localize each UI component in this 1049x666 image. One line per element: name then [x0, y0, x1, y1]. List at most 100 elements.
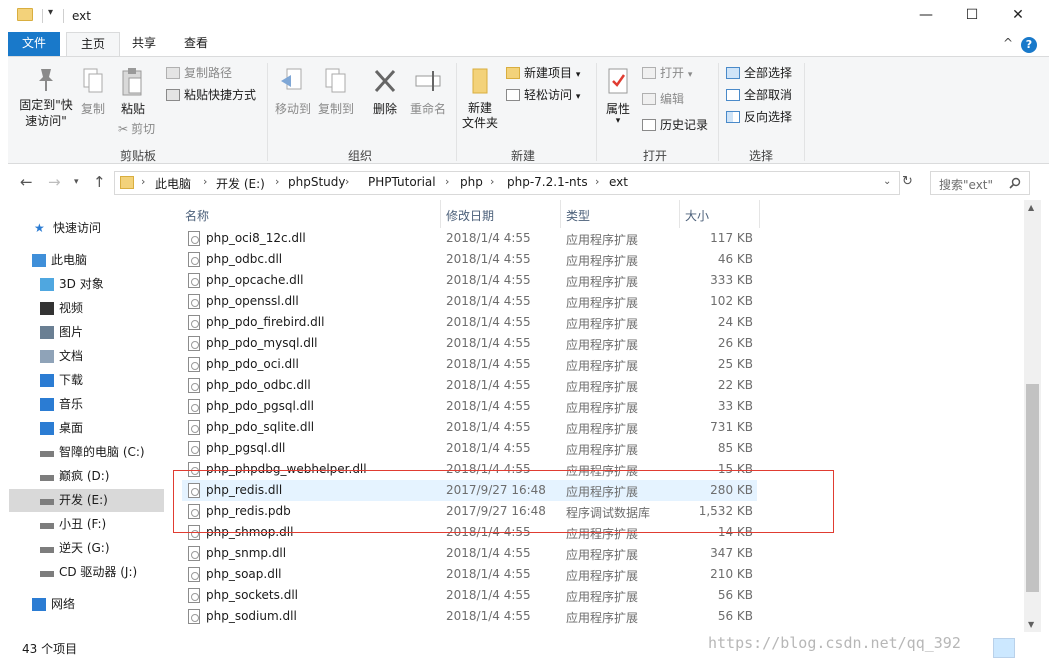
select-none-button[interactable]: 全部取消: [726, 87, 792, 103]
delete-button[interactable]: 删除: [370, 67, 400, 117]
column-header-size[interactable]: 大小: [685, 207, 709, 224]
copy-path-button[interactable]: 复制路径: [166, 65, 232, 81]
nav-item[interactable]: 图片: [9, 321, 164, 344]
copy-button[interactable]: 复制: [78, 67, 108, 117]
breadcrumb-item[interactable]: ext: [609, 175, 628, 189]
history-button[interactable]: 历史记录: [642, 117, 708, 133]
file-row[interactable]: php_opcache.dll 2018/1/4 4:55 应用程序扩展 333 KB: [182, 270, 757, 291]
new-folder-button[interactable]: 新建 文件夹: [460, 67, 500, 131]
vertical-scrollbar[interactable]: ▲ ▼: [1024, 200, 1041, 632]
copy-to-button[interactable]: 复制到: [317, 67, 355, 117]
file-row[interactable]: php_pdo_firebird.dll 2018/1/4 4:55 应用程序扩展 2…: [182, 312, 757, 333]
close-button[interactable]: ✕: [995, 0, 1041, 30]
edit-button[interactable]: 编辑: [642, 91, 684, 107]
tab-file[interactable]: 文件: [8, 32, 61, 56]
nav-item[interactable]: 视频: [9, 297, 164, 320]
large-icons-view-icon[interactable]: [1017, 638, 1039, 658]
file-row[interactable]: php_sodium.dll 2018/1/4 4:55 应用程序扩展 56 KB: [182, 606, 757, 627]
breadcrumb-item[interactable]: PHPTutorial: [368, 175, 436, 189]
breadcrumb-item[interactable]: phpStudy: [288, 175, 346, 189]
refresh-icon[interactable]: ↻: [902, 174, 913, 189]
help-icon[interactable]: ?: [1021, 37, 1037, 53]
paste-button[interactable]: 粘贴: [118, 67, 148, 117]
breadcrumb-item[interactable]: 此电脑: [155, 175, 191, 192]
minimize-button[interactable]: —: [903, 0, 949, 30]
open-button[interactable]: 打开 ▾: [642, 65, 692, 83]
nav-item[interactable]: 网络: [9, 593, 164, 616]
file-row[interactable]: php_pdo_pgsql.dll 2018/1/4 4:55 应用程序扩展 33 K…: [182, 396, 757, 417]
nav-item[interactable]: ★ 快速访问: [9, 217, 164, 240]
easy-access-button[interactable]: 轻松访问 ▾: [506, 87, 580, 105]
nav-item[interactable]: 下载: [9, 369, 164, 392]
nav-item[interactable]: 开发 (E:): [9, 489, 164, 512]
breadcrumb-separator-icon: ›: [490, 175, 495, 188]
nav-item[interactable]: 小丑 (F:): [9, 513, 164, 536]
tab-share[interactable]: 共享: [118, 32, 170, 56]
maximize-button[interactable]: ☐: [949, 0, 995, 30]
file-row[interactable]: php_oci8_12c.dll 2018/1/4 4:55 应用程序扩展 117 K…: [182, 228, 757, 249]
move-to-icon: [281, 68, 302, 90]
nav-item[interactable]: 文档: [9, 345, 164, 368]
new-folder-icon: [472, 68, 488, 94]
scrollbar-thumb[interactable]: [1026, 384, 1039, 592]
scroll-down-icon[interactable]: ▼: [1028, 620, 1034, 629]
invert-selection-button[interactable]: 反向选择: [726, 109, 792, 125]
details-view-icon[interactable]: [993, 638, 1015, 658]
back-arrow-icon[interactable]: ←: [20, 173, 33, 191]
file-date: 2018/1/4 4:55: [446, 567, 531, 581]
nav-item[interactable]: 巅疯 (D:): [9, 465, 164, 488]
file-row[interactable]: php_pgsql.dll 2018/1/4 4:55 应用程序扩展 85 KB: [182, 438, 757, 459]
file-icon: [188, 336, 200, 351]
file-row[interactable]: php_pdo_sqlite.dll 2018/1/4 4:55 应用程序扩展 731…: [182, 417, 757, 438]
forward-arrow-icon[interactable]: →: [48, 173, 61, 191]
search-input[interactable]: 搜索"ext": [930, 171, 1030, 195]
file-row[interactable]: php_pdo_mysql.dll 2018/1/4 4:55 应用程序扩展 26 K…: [182, 333, 757, 354]
file-row[interactable]: php_pdo_odbc.dll 2018/1/4 4:55 应用程序扩展 22 KB: [182, 375, 757, 396]
nav-item[interactable]: 智障的电脑 (C:): [9, 441, 164, 464]
recent-locations-chevron-icon[interactable]: ▾: [74, 177, 79, 187]
column-header-name[interactable]: 名称: [185, 207, 209, 224]
nav-item[interactable]: 逆天 (G:): [9, 537, 164, 560]
ribbon-collapse-icon[interactable]: ^: [1003, 36, 1013, 50]
download-icon: [40, 374, 54, 387]
divider: [42, 9, 43, 23]
file-icon: [188, 588, 200, 603]
file-row[interactable]: php_sockets.dll 2018/1/4 4:55 应用程序扩展 56 KB: [182, 585, 757, 606]
file-row[interactable]: php_soap.dll 2018/1/4 4:55 应用程序扩展 210 KB: [182, 564, 757, 585]
breadcrumb-item[interactable]: php-7.2.1-nts: [507, 175, 588, 189]
select-all-button[interactable]: 全部选择: [726, 65, 792, 81]
breadcrumb-separator-icon: ›: [595, 175, 600, 188]
file-row[interactable]: php_pdo_oci.dll 2018/1/4 4:55 应用程序扩展 25 KB: [182, 354, 757, 375]
scissors-icon: ✂: [118, 122, 129, 136]
breadcrumb-item[interactable]: 开发 (E:): [216, 175, 265, 192]
scroll-up-icon[interactable]: ▲: [1028, 203, 1034, 212]
file-row[interactable]: php_odbc.dll 2018/1/4 4:55 应用程序扩展 46 KB: [182, 249, 757, 270]
nav-item[interactable]: 桌面: [9, 417, 164, 440]
address-bar[interactable]: › 此电脑 › 开发 (E:) › phpStudy › PHPTutorial…: [114, 171, 900, 195]
nav-item[interactable]: 3D 对象: [9, 273, 164, 296]
breadcrumb-item[interactable]: php: [460, 175, 483, 189]
nav-item-label: 开发 (E:): [59, 493, 108, 507]
tab-view[interactable]: 查看: [170, 32, 222, 56]
paste-shortcut-button[interactable]: 粘贴快捷方式: [166, 87, 256, 103]
new-item-button[interactable]: 新建项目 ▾: [506, 65, 580, 83]
column-header-type[interactable]: 类型: [566, 207, 590, 224]
properties-icon: [608, 68, 628, 94]
column-header-date[interactable]: 修改日期: [446, 207, 494, 224]
nav-item[interactable]: 音乐: [9, 393, 164, 416]
tab-home[interactable]: 主页: [66, 32, 121, 57]
cut-button[interactable]: ✂ 剪切: [118, 121, 155, 137]
quick-access-toolbar-dropdown-icon[interactable]: ▾: [48, 7, 53, 18]
file-row[interactable]: php_openssl.dll 2018/1/4 4:55 应用程序扩展 102 KB: [182, 291, 757, 312]
copy-to-label: 复制到: [317, 102, 354, 116]
up-arrow-icon[interactable]: ↑: [93, 173, 106, 191]
nav-item[interactable]: 此电脑: [9, 249, 164, 272]
address-dropdown-chevron-icon[interactable]: ⌄: [883, 176, 891, 187]
move-to-button[interactable]: 移动到: [274, 67, 312, 117]
file-row[interactable]: php_snmp.dll 2018/1/4 4:55 应用程序扩展 347 KB: [182, 543, 757, 564]
properties-button[interactable]: 属性 ▾: [602, 67, 634, 126]
pin-quick-access-button[interactable]: 固定到"快速访问": [14, 67, 78, 129]
nav-item[interactable]: CD 驱动器 (J:): [9, 561, 164, 584]
divider: [440, 200, 441, 228]
rename-button[interactable]: 重命名: [408, 67, 448, 117]
